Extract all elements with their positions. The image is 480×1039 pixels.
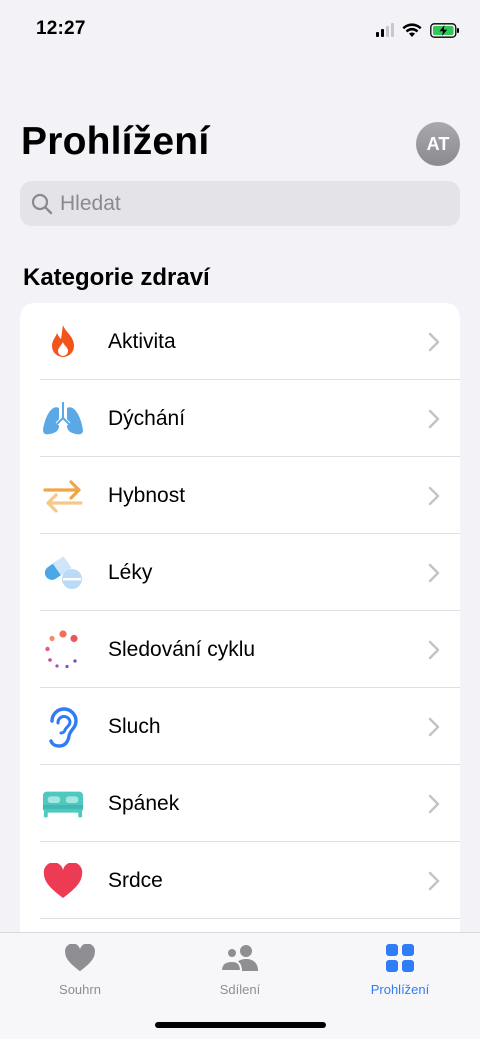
- chevron-right-icon: [428, 332, 440, 352]
- list-item-label: Spánek: [108, 791, 180, 815]
- tab-label: Sdílení: [219, 982, 261, 997]
- status-bar: 12:27: [0, 0, 480, 60]
- battery-charging-icon: [430, 22, 459, 38]
- chevron-right-icon: [428, 563, 440, 583]
- list-item-hybnost[interactable]: Hybnost: [20, 457, 460, 534]
- list-item-spanek[interactable]: Spánek: [20, 765, 460, 842]
- chevron-right-icon: [428, 794, 440, 814]
- tab-sdileni[interactable]: Sdílení: [160, 941, 320, 997]
- chevron-right-icon: [428, 871, 440, 891]
- chevron-right-icon: [428, 717, 440, 737]
- list-item-label: Srdce: [108, 868, 163, 892]
- list-item-aktivita[interactable]: Aktivita: [20, 303, 460, 380]
- list-item-srdce[interactable]: Srdce: [20, 842, 460, 919]
- search-input[interactable]: [60, 191, 440, 216]
- list-item-dychani[interactable]: Dýchání: [20, 380, 460, 457]
- ear-icon: [42, 706, 84, 748]
- cellular-signal-icon: [376, 23, 394, 37]
- lungs-icon: [42, 398, 84, 440]
- search-bar[interactable]: [20, 181, 460, 226]
- list-item-sluch[interactable]: Sluch: [20, 688, 460, 765]
- list-item-sledovani-cyklu[interactable]: Sledování cyklu: [20, 611, 460, 688]
- tab-prohlizeni[interactable]: Prohlížení: [320, 941, 480, 997]
- status-icons: [376, 20, 460, 40]
- list-item-leky[interactable]: Léky: [20, 534, 460, 611]
- wifi-icon: [402, 22, 422, 37]
- list-item-label: Aktivita: [108, 329, 176, 353]
- list-item-label: Hybnost: [108, 483, 186, 507]
- heart-tab-icon: [60, 941, 100, 975]
- list-item-label: Sledování cyklu: [108, 637, 256, 661]
- list-item-label: Sluch: [108, 714, 161, 738]
- tab-label: Souhrn: [59, 982, 101, 997]
- bed-icon: [42, 783, 84, 825]
- people-icon: [220, 941, 260, 975]
- heart-icon: [42, 860, 84, 902]
- list-item-label: Dýchání: [108, 406, 186, 430]
- search-icon: [31, 193, 53, 214]
- tab-souhrn[interactable]: Souhrn: [0, 941, 160, 997]
- page-title: Prohlížení: [21, 120, 210, 163]
- section-title: Kategorie zdraví: [23, 264, 210, 291]
- chevron-right-icon: [428, 409, 440, 429]
- pills-icon: [42, 552, 84, 594]
- grid-icon: [380, 941, 420, 975]
- divider: [40, 918, 460, 919]
- avatar[interactable]: AT: [416, 122, 460, 166]
- tab-label: Prohlížení: [370, 982, 430, 997]
- arrows-icon: [42, 475, 84, 517]
- chevron-right-icon: [428, 486, 440, 506]
- status-time: 12:27: [36, 18, 86, 39]
- category-list: Aktivita Dýchání Hybnost Léky Sledování …: [20, 303, 460, 963]
- flame-icon: [42, 321, 84, 363]
- chevron-right-icon: [428, 640, 440, 660]
- list-item-label: Léky: [108, 560, 153, 584]
- home-indicator[interactable]: [155, 1022, 326, 1028]
- cycle-icon: [42, 629, 84, 671]
